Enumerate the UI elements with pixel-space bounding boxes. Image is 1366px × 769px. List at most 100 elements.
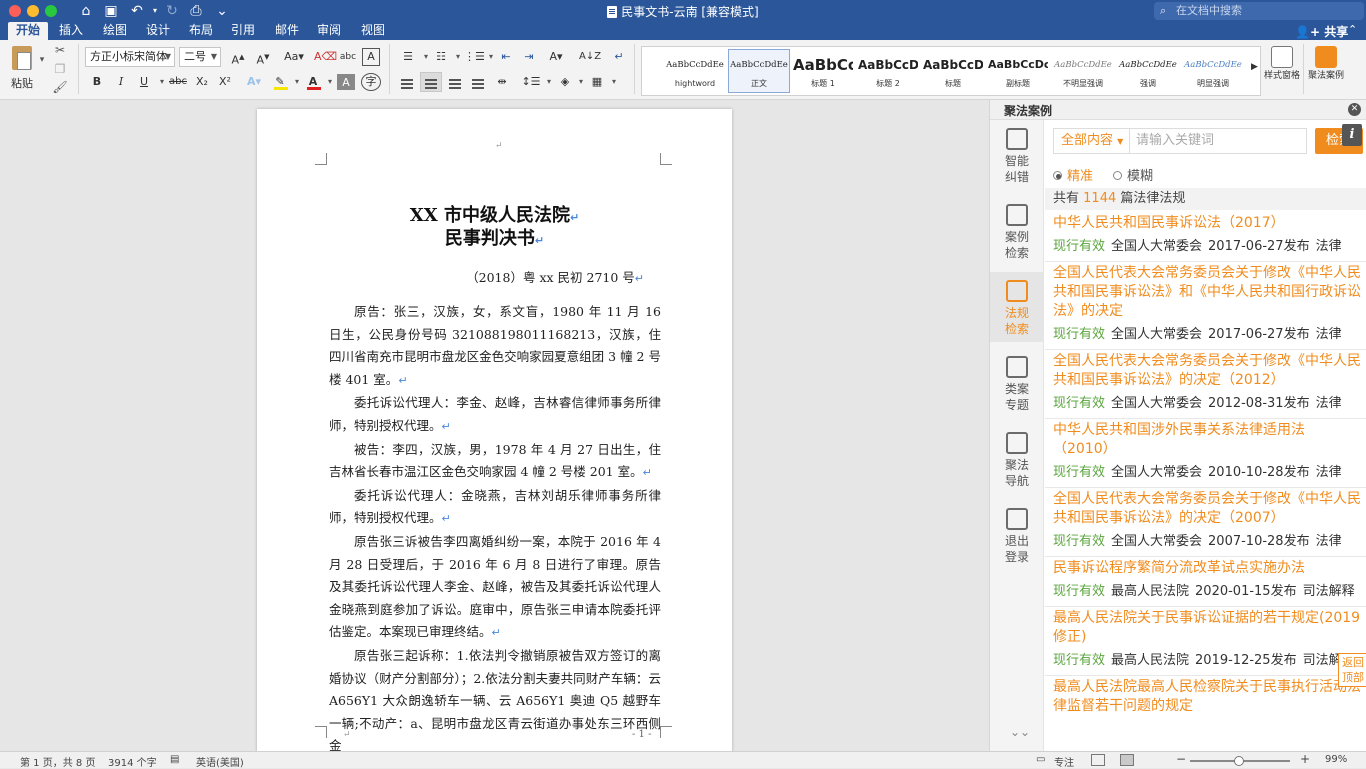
tab-review[interactable]: 审阅 bbox=[310, 22, 348, 40]
style-heading-2[interactable]: AaBbCcD 标题 2 bbox=[857, 49, 919, 93]
radio-exact[interactable]: 精准 bbox=[1053, 165, 1093, 184]
style-heading-1[interactable]: AaBbCc 标题 1 bbox=[792, 49, 854, 93]
subscript-button[interactable]: X₂ bbox=[192, 72, 212, 92]
sort-icon[interactable]: A↓Z bbox=[578, 47, 601, 67]
multilevel-list-icon[interactable]: ⋮☰ bbox=[463, 47, 485, 67]
result-item[interactable]: 全国人民代表大会常务委员会关于修改《中华人民共和国民事诉讼法》和《中华人民共和国… bbox=[1045, 262, 1366, 350]
paste-icon[interactable] bbox=[12, 46, 32, 70]
paragraph-defendant-agent[interactable]: 委托诉讼代理人：金晓燕，吉林刘胡乐律师事务所律师，特别授权代理。↵ bbox=[329, 485, 661, 531]
paragraph-claims[interactable]: 原告张三起诉称：1.依法判令撤销原被告双方签订的离婚协议（财产分割部分）；2.依… bbox=[329, 645, 661, 751]
focus-label[interactable]: 专注 bbox=[1054, 754, 1074, 769]
paragraph-plaintiff[interactable]: 原告：张三，汉族，女，系文盲，1980 年 11 月 16 日生，公民身份号码 … bbox=[329, 301, 661, 392]
bullets-icon[interactable]: ☰ bbox=[397, 47, 419, 67]
zoom-in-icon[interactable]: + bbox=[1300, 752, 1310, 766]
paste-dropdown-icon[interactable]: ▾ bbox=[34, 52, 50, 68]
result-title[interactable]: 民事诉讼程序繁简分流改革试点实施办法 bbox=[1053, 559, 1361, 578]
style-intense-emphasis[interactable]: AaBbCcDdEe 明显强调 bbox=[1182, 49, 1244, 93]
superscript-button[interactable]: X² bbox=[215, 72, 235, 92]
scope-select[interactable]: 全部内容 ▼ bbox=[1053, 128, 1129, 154]
zoom-level[interactable]: 99% bbox=[1325, 754, 1347, 765]
change-case-icon[interactable]: Aa▾ bbox=[279, 47, 309, 67]
align-center-button[interactable] bbox=[420, 72, 442, 92]
result-title[interactable]: 全国人民代表大会常务委员会关于修改《中华人民共和国民事诉讼法》的决定（2012） bbox=[1053, 352, 1361, 390]
style-subtle-emphasis[interactable]: AaBbCcDdEe 不明显强调 bbox=[1052, 49, 1114, 93]
show-marks-icon[interactable]: ↵ bbox=[609, 47, 629, 67]
shading-icon[interactable]: ◈ bbox=[555, 72, 575, 92]
print-layout-view-button[interactable] bbox=[1091, 754, 1105, 766]
document-area[interactable]: ↵ XX 市中级人民法院↵ 民事判决书↵ （2018）粤 xx 民初 2710 … bbox=[0, 100, 989, 751]
decrease-indent-icon[interactable]: ⇤ bbox=[496, 47, 516, 67]
paragraph-defendant[interactable]: 被告：李四，汉族，男，1978 年 4 月 27 日出生，住吉林省长春市温江区金… bbox=[329, 439, 661, 485]
highlight-dropdown-icon[interactable]: ▾ bbox=[289, 74, 305, 90]
styles-pane-button[interactable]: 样式窗格 bbox=[1264, 46, 1300, 98]
nav-similar-cases[interactable]: 类案专题 bbox=[990, 348, 1044, 418]
paragraph-case-summary[interactable]: 原告张三诉被告李四离婚纠纷一案，本院于 2016 年 4 月 28 日受理后，于… bbox=[329, 531, 661, 645]
character-shading-icon[interactable]: A bbox=[337, 74, 355, 90]
document-type-heading[interactable]: 民事判决书↵ bbox=[257, 224, 732, 250]
keyword-input[interactable]: 请输入关键词 bbox=[1129, 128, 1307, 154]
highlight-color-button[interactable]: ✎ bbox=[271, 72, 289, 92]
word-count[interactable]: 3914 个字 bbox=[108, 754, 157, 769]
font-size-select[interactable]: 二号 ▼ bbox=[179, 47, 221, 67]
font-name-select[interactable]: 方正小标宋简体 ▼ bbox=[85, 47, 175, 67]
text-effects-icon[interactable]: A▾ bbox=[243, 72, 265, 92]
align-left-button[interactable] bbox=[397, 72, 417, 92]
web-layout-view-button[interactable] bbox=[1120, 754, 1134, 766]
copy-icon[interactable]: ❐ bbox=[52, 61, 68, 77]
distributed-button[interactable]: ⇹ bbox=[492, 72, 512, 92]
result-title[interactable]: 最高人民法院最高人民检察院关于民事执行活动法律监督若干问题的规定 bbox=[1053, 678, 1361, 716]
style-normal[interactable]: AaBbCcDdEe 正文 bbox=[728, 49, 790, 93]
nav-law-search[interactable]: 法规检索 bbox=[990, 272, 1044, 342]
document-search-input[interactable]: ⌕ 在文档中搜索 bbox=[1154, 2, 1364, 20]
document-page[interactable]: ↵ XX 市中级人民法院↵ 民事判决书↵ （2018）粤 xx 民初 2710 … bbox=[257, 109, 732, 751]
format-painter-icon[interactable]: 🖌 bbox=[52, 79, 68, 95]
result-item[interactable]: 民事诉讼程序繁简分流改革试点实施办法 现行有效 最高人民法院 2020-01-15发… bbox=[1045, 557, 1366, 607]
character-border-icon[interactable]: A bbox=[362, 48, 380, 66]
tab-insert[interactable]: 插入 bbox=[52, 22, 90, 40]
result-title[interactable]: 全国人民代表大会常务委员会关于修改《中华人民共和国民事诉讼法》和《中华人民共和国… bbox=[1053, 264, 1361, 321]
tab-design[interactable]: 设计 bbox=[139, 22, 177, 40]
clear-formatting-icon[interactable]: A⌫ bbox=[313, 47, 337, 67]
share-button[interactable]: 👤+ 共享 bbox=[1295, 23, 1348, 40]
style-emphasis[interactable]: AaBbCcDdEe 强调 bbox=[1117, 49, 1179, 93]
result-title[interactable]: 中华人民共和国民事诉讼法（2017） bbox=[1053, 214, 1361, 233]
font-color-dropdown-icon[interactable]: ▾ bbox=[322, 74, 338, 90]
result-item[interactable]: 最高人民法院最高人民检察院关于民事执行活动法律监督若干问题的规定 bbox=[1045, 676, 1366, 720]
increase-indent-icon[interactable]: ⇥ bbox=[519, 47, 539, 67]
nav-smart-correction[interactable]: 智能纠错 bbox=[990, 120, 1044, 190]
cut-icon[interactable]: ✂ bbox=[52, 42, 68, 58]
justify-button[interactable] bbox=[468, 72, 488, 92]
result-item[interactable]: 中华人民共和国涉外民事关系法律适用法（2010） 现行有效 全国人大常委会 2010… bbox=[1045, 419, 1366, 488]
tab-references[interactable]: 引用 bbox=[224, 22, 262, 40]
line-spacing-icon[interactable]: ↕☰ bbox=[520, 72, 542, 92]
tab-layout[interactable]: 布局 bbox=[182, 22, 220, 40]
grow-font-icon[interactable]: A▲ bbox=[227, 47, 249, 67]
close-icon[interactable]: ✕ bbox=[1348, 103, 1361, 116]
numbering-icon[interactable]: ☷ bbox=[430, 47, 452, 67]
underline-button[interactable]: U bbox=[135, 72, 153, 92]
bold-button[interactable]: B bbox=[88, 72, 106, 92]
nav-case-search[interactable]: 案例检索 bbox=[990, 196, 1044, 266]
result-title[interactable]: 中华人民共和国涉外民事关系法律适用法（2010） bbox=[1053, 421, 1361, 459]
info-icon[interactable]: i bbox=[1342, 124, 1362, 146]
jufa-case-button[interactable]: 聚法案例 bbox=[1308, 46, 1344, 98]
borders-icon[interactable]: ▦ bbox=[587, 72, 607, 92]
zoom-out-icon[interactable]: − bbox=[1176, 752, 1186, 766]
radio-fuzzy[interactable]: 模糊 bbox=[1113, 165, 1153, 184]
font-color-button[interactable]: A bbox=[304, 72, 322, 92]
result-item[interactable]: 中华人民共和国民事诉讼法（2017） 现行有效 全国人大常委会 2017-06-27… bbox=[1045, 212, 1366, 262]
result-title[interactable]: 全国人民代表大会常务委员会关于修改《中华人民共和国民事诉讼法》的决定（2007） bbox=[1053, 490, 1361, 528]
result-item[interactable]: 全国人民代表大会常务委员会关于修改《中华人民共和国民事诉讼法》的决定（2012）… bbox=[1045, 350, 1366, 419]
phonetic-guide-icon[interactable]: abc bbox=[337, 47, 359, 67]
style-title[interactable]: AaBbCcD 标题 bbox=[922, 49, 984, 93]
result-item[interactable]: 全国人民代表大会常务委员会关于修改《中华人民共和国民事诉讼法》的决定（2007）… bbox=[1045, 488, 1366, 557]
style-subtitle[interactable]: AaBbCcDc 副标题 bbox=[987, 49, 1049, 93]
tab-draw[interactable]: 绘图 bbox=[96, 22, 134, 40]
result-title[interactable]: 最高人民法院关于民事诉讼证据的若干规定(2019修正) bbox=[1053, 609, 1361, 647]
tab-view[interactable]: 视图 bbox=[354, 22, 392, 40]
zoom-slider-handle[interactable] bbox=[1234, 756, 1245, 766]
proofing-icon[interactable]: ▤ bbox=[170, 754, 179, 765]
document-body[interactable]: 原告：张三，汉族，女，系文盲，1980 年 11 月 16 日生，公民身份号码 … bbox=[329, 301, 661, 751]
focus-icon[interactable]: ▭ bbox=[1036, 754, 1045, 765]
result-item[interactable]: 最高人民法院关于民事诉讼证据的若干规定(2019修正) 现行有效 最高人民法院 20… bbox=[1045, 607, 1366, 676]
